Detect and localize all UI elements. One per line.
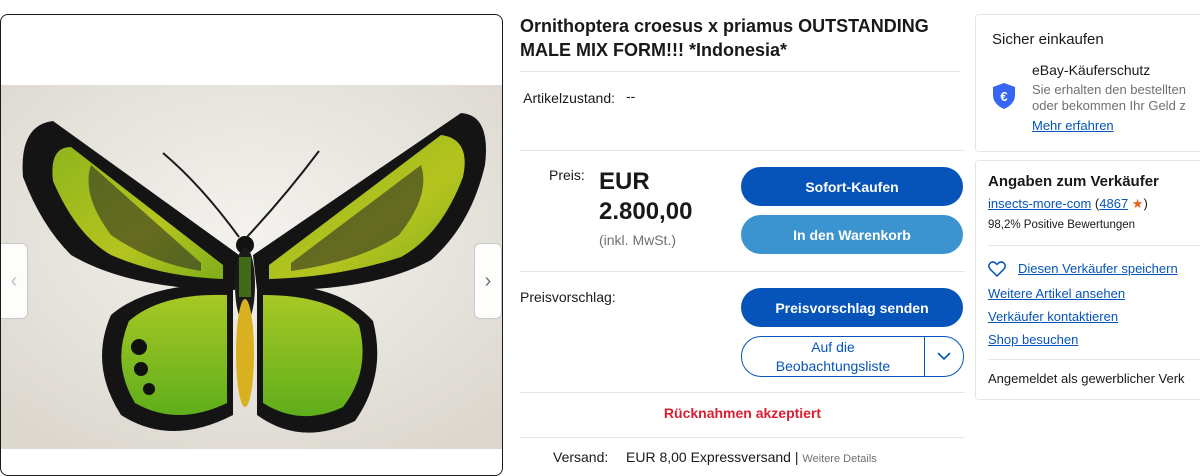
divider — [520, 150, 965, 151]
shipping-value: EUR 8,00 Expressversand — [626, 449, 791, 465]
buyer-protection-card: Sicher einkaufen € eBay-Käuferschutz Sie… — [975, 14, 1200, 152]
buyer-protection-line1: Sie erhalten den bestellten — [1032, 82, 1186, 97]
visit-shop-link[interactable]: Shop besuchen — [988, 332, 1078, 347]
euro-shield-icon: € — [993, 83, 1015, 109]
chevron-left-icon: ‹ — [10, 269, 18, 292]
buyer-protection-line2: oder bekommen Ihr Geld z — [1032, 98, 1186, 113]
save-seller-link[interactable]: Diesen Verkäufer speichern — [1018, 261, 1178, 276]
seller-positive-feedback: 98,2% Positive Bewertungen — [988, 219, 1136, 231]
buy-now-button[interactable]: Sofort-Kaufen — [741, 167, 963, 206]
listing-title: Ornithoptera croesus x priamus OUTSTANDI… — [520, 16, 929, 60]
price-currency: EUR — [599, 168, 650, 195]
watchlist-control: Auf die Beobachtungsliste — [741, 336, 964, 377]
star-icon: ★ — [1131, 196, 1144, 211]
seller-name-link[interactable]: insects-more-com — [988, 196, 1091, 211]
send-offer-button[interactable]: Preisvorschlag senden — [741, 288, 963, 327]
seller-paren-close: ) — [1143, 196, 1148, 211]
butterfly-image — [1, 85, 502, 449]
shipping-info: EUR 8,00 Expressversand | Weitere Detail… — [626, 449, 877, 465]
business-seller-note: Angemeldet als gewerblicher Verk — [988, 371, 1185, 386]
seller-rating-count-link[interactable]: 4867 — [1099, 196, 1128, 211]
butterfly-photo[interactable] — [1, 85, 502, 449]
image-gallery: ‹ › — [0, 14, 503, 476]
shipping-separator: | — [790, 449, 803, 465]
chevron-right-icon: › — [484, 269, 492, 292]
divider — [520, 71, 960, 72]
offer-label: Preisvorschlag: — [520, 289, 616, 305]
chevron-down-icon — [937, 352, 951, 361]
shipping-label: Versand: — [553, 449, 609, 465]
previous-image-button[interactable]: ‹ — [1, 243, 28, 319]
watchlist-dropdown-button[interactable] — [925, 337, 963, 376]
divider — [520, 437, 965, 438]
buyer-protection-title: eBay-Käuferschutz — [1032, 62, 1151, 78]
condition-value: -- — [626, 88, 636, 104]
shipping-details-link[interactable]: Weitere Details — [802, 453, 876, 465]
seller-heading: Angaben zum Verkäufer — [988, 173, 1159, 190]
seller-name-line: insects-more-com (4867 ★) — [988, 196, 1148, 212]
contact-seller-link[interactable]: Verkäufer kontaktieren — [988, 309, 1118, 324]
returns-accepted: Rücknahmen akzeptiert — [663, 405, 822, 421]
heart-icon — [988, 261, 1006, 277]
safe-shopping-heading: Sicher einkaufen — [992, 31, 1104, 48]
divider — [988, 359, 1200, 360]
seller-info-card: Angaben zum Verkäufer insects-more-com (… — [975, 160, 1200, 400]
more-items-link[interactable]: Weitere Artikel ansehen — [988, 286, 1125, 301]
svg-text:€: € — [1000, 89, 1007, 104]
divider — [988, 245, 1200, 246]
add-to-watchlist-button[interactable]: Auf die Beobachtungsliste — [742, 337, 925, 376]
learn-more-link[interactable]: Mehr erfahren — [1032, 118, 1114, 133]
price-tax-note: (inkl. MwSt.) — [599, 232, 676, 248]
price-label: Preis: — [549, 167, 585, 183]
divider — [520, 271, 965, 272]
price: EUR 2.800,00 — [599, 167, 729, 227]
divider — [520, 392, 965, 393]
next-image-button[interactable]: › — [474, 243, 502, 319]
add-to-cart-button[interactable]: In den Warenkorb — [741, 215, 963, 254]
watchlist-label-line2: Beobachtungsliste — [775, 357, 891, 374]
condition-label: Artikelzustand: — [523, 90, 615, 106]
price-value: 2.800,00 — [599, 198, 693, 225]
buyer-protection-text: Sie erhalten den bestellten oder bekomme… — [1032, 82, 1186, 114]
watchlist-label-line1: Auf die — [811, 338, 855, 355]
